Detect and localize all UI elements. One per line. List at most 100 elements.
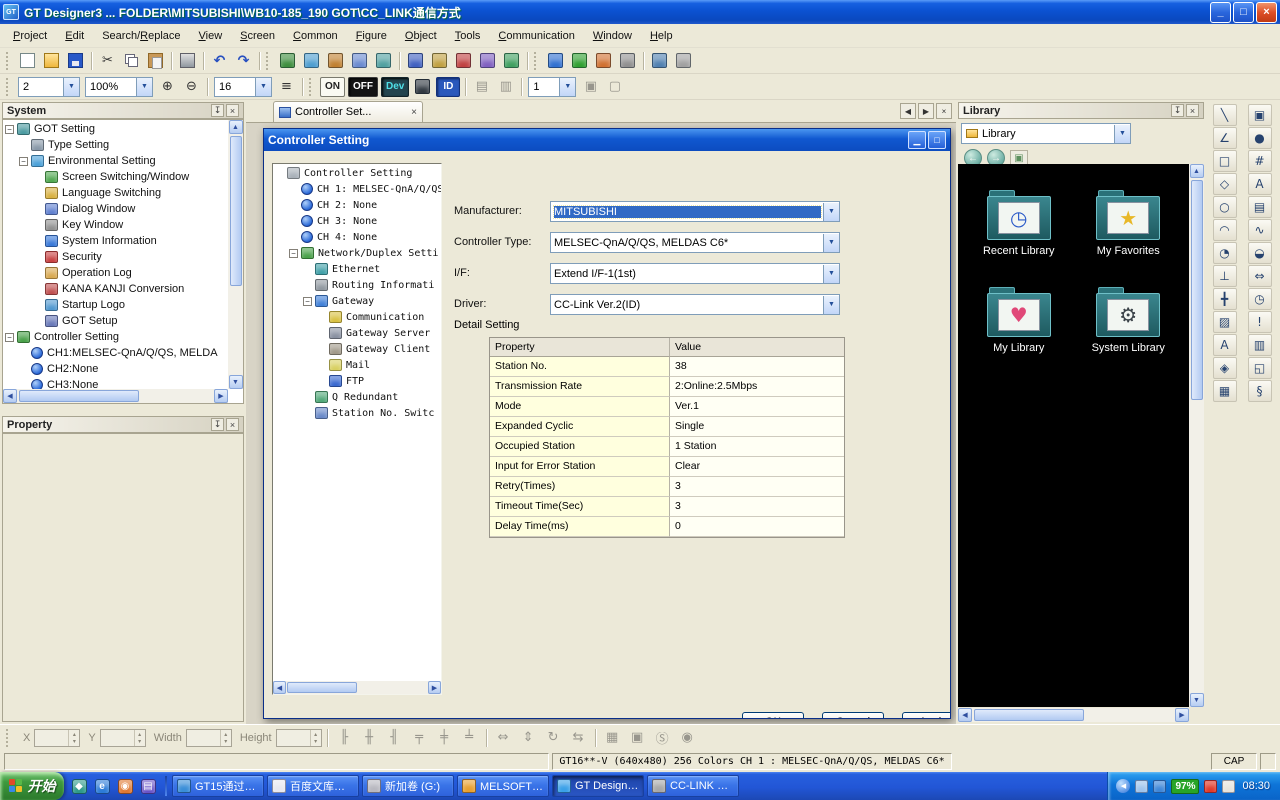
dialog-tree-item-ch-4-none[interactable]: CH 4: None	[273, 229, 441, 245]
scroll-thumb[interactable]	[19, 390, 139, 402]
numerical-display-button[interactable]: #	[1248, 150, 1272, 172]
toolbar-grip[interactable]	[6, 78, 11, 96]
value-cell-occupied-station[interactable]: 1 Station	[670, 437, 844, 457]
snap-setting-button[interactable]: ▣	[626, 727, 649, 749]
close-button[interactable]: ×	[1256, 2, 1277, 23]
scroll-right-icon[interactable]: ▶	[214, 389, 228, 403]
grid-setting-button[interactable]: ▦	[601, 727, 624, 749]
switch-button[interactable]: ▣	[1248, 104, 1272, 126]
menu-help[interactable]: Help	[641, 26, 682, 46]
simulator-button[interactable]	[544, 50, 567, 72]
quicklaunch-media-button[interactable]: ◉	[115, 776, 135, 796]
if-select[interactable]: Extend I/F-1(1st) ▼	[550, 263, 840, 284]
dialog-maximize-button[interactable]: □	[928, 131, 946, 149]
list-view-button[interactable]: ≡	[275, 76, 298, 98]
comment-list-button[interactable]	[428, 50, 451, 72]
text-button[interactable]: A	[1213, 334, 1237, 356]
ok-button[interactable]: OK	[742, 712, 804, 719]
system-tree-item-key-window[interactable]: Key Window	[3, 217, 228, 233]
recipe-button[interactable]: ▥	[1248, 334, 1272, 356]
id-display-toggle[interactable]: ID	[436, 77, 460, 97]
value-cell-timeout-time-sec[interactable]: 3	[670, 497, 844, 517]
meter-button[interactable]: ◒	[1248, 242, 1272, 264]
verify-button[interactable]	[616, 50, 639, 72]
collapse-box[interactable]: −	[5, 125, 14, 134]
new-window-screen-button[interactable]	[300, 50, 323, 72]
value-cell-expanded-cyclic[interactable]: Single	[670, 417, 844, 437]
library-item-my-favorites[interactable]: ★My Favorites	[1078, 190, 1178, 257]
new-base-screen-button[interactable]	[276, 50, 299, 72]
collapse-box[interactable]: −	[5, 333, 14, 342]
polyline-button[interactable]: ∠	[1213, 127, 1237, 149]
undo-button[interactable]: ↶	[208, 50, 231, 72]
scroll-thumb[interactable]	[230, 136, 242, 286]
transparent-color-button[interactable]: ◉	[676, 727, 699, 749]
spinner[interactable]: ▴▾	[310, 730, 321, 746]
quicklaunch-internet-explorer-button[interactable]: e	[92, 776, 112, 796]
chevron-down-icon[interactable]: ▼	[255, 78, 271, 96]
chevron-down-icon[interactable]: ▼	[823, 296, 839, 314]
library-item-my-library[interactable]: ♥My Library	[969, 287, 1069, 354]
toolbar-grip[interactable]	[309, 78, 314, 96]
lamp-button[interactable]: ●	[1248, 127, 1272, 149]
ascii-display-button[interactable]: A	[1248, 173, 1272, 195]
scroll-left-icon[interactable]: ◀	[3, 389, 17, 403]
zoom-in-button[interactable]: ⊕	[156, 76, 179, 98]
write-to-got-button[interactable]	[568, 50, 591, 72]
scroll-thumb[interactable]	[287, 682, 357, 693]
system-tree-item-ch1-melsec-qna-q-qs-melda[interactable]: CH1:MELSEC-QnA/Q/QS, MELDA	[3, 345, 228, 361]
state-off-toggle[interactable]: OFF	[348, 77, 378, 97]
quicklaunch-designer-button[interactable]: ◆	[69, 776, 89, 796]
height-input[interactable]: ▴▾	[276, 729, 322, 747]
apply-button[interactable]: Apply	[902, 712, 951, 719]
toolbar-grip[interactable]	[6, 729, 11, 747]
value-cell-input-for-error-station[interactable]: Clear	[670, 457, 844, 477]
device-comment-button[interactable]	[411, 76, 434, 98]
system-tree-item-startup-logo[interactable]: Startup Logo	[3, 297, 228, 313]
graph-button[interactable]: ∿	[1248, 219, 1272, 241]
value-cell-delay-time-ms[interactable]: 0	[670, 517, 844, 537]
library-panel-titlebar[interactable]: Library ↧ ×	[958, 102, 1204, 119]
new-report-screen-button[interactable]	[324, 50, 347, 72]
redo-button[interactable]: ↷	[232, 50, 255, 72]
scroll-up-icon[interactable]: ▲	[1190, 164, 1204, 178]
manufacturer-select[interactable]: MITSUBISHI ▼	[550, 201, 840, 222]
tab-controller-setting[interactable]: Controller Set... ×	[273, 101, 423, 122]
width-input[interactable]: ▴▾	[186, 729, 232, 747]
dialog-tree-item-mail[interactable]: Mail	[273, 357, 441, 373]
taskbar-task-melsoft[interactable]: MELSOFT系列...	[457, 775, 549, 797]
system-tree-item-environmental-setting[interactable]: −Environmental Setting	[3, 153, 228, 169]
menu-communication[interactable]: Communication	[489, 26, 583, 46]
chevron-down-icon[interactable]: ▼	[559, 78, 575, 96]
library-select[interactable]: Library ▼	[961, 123, 1131, 144]
screen-image-list-button[interactable]	[372, 50, 395, 72]
align-top-button[interactable]: ╤	[408, 727, 431, 749]
dialog-tree-item-controller-setting[interactable]: Controller Setting	[273, 165, 441, 181]
system-tree-item-system-information[interactable]: System Information	[3, 233, 228, 249]
menu-view[interactable]: View	[190, 26, 232, 46]
menu-screen[interactable]: Screen	[231, 26, 284, 46]
system-tree-item-got-setting[interactable]: −GOT Setting	[3, 121, 228, 137]
library-item-recent-library[interactable]: ◷Recent Library	[969, 190, 1069, 257]
sector-button[interactable]: ◔	[1213, 242, 1237, 264]
clock-object-button[interactable]: ◷	[1248, 288, 1272, 310]
open-project-button[interactable]	[40, 50, 63, 72]
combo-edit-screen[interactable]: 2▼	[18, 77, 80, 97]
align-bottom-button[interactable]: ╧	[458, 727, 481, 749]
front-layer-button[interactable]: ▣	[579, 76, 602, 98]
pin-button[interactable]: ↧	[211, 418, 224, 431]
spinner[interactable]: ▴▾	[134, 730, 145, 746]
status-resize-grip[interactable]	[1260, 753, 1276, 770]
toolbar-grip[interactable]	[266, 52, 271, 70]
import-image-button[interactable]: ▦	[1213, 380, 1237, 402]
save-project-button[interactable]	[64, 50, 87, 72]
spinner[interactable]: ▴▾	[68, 730, 79, 746]
dialog-tree-item-gateway-server[interactable]: Gateway Server	[273, 325, 441, 341]
script-button[interactable]: §	[1248, 380, 1272, 402]
dialog-tree-item-routing-informati[interactable]: Routing Informati	[273, 277, 441, 293]
system-tree-item-operation-log[interactable]: Operation Log	[3, 265, 228, 281]
data-check-button[interactable]	[648, 50, 671, 72]
slider-button[interactable]: ⇔	[1248, 265, 1272, 287]
chevron-down-icon[interactable]: ▼	[136, 78, 152, 96]
system-tree-item-screen-switching-window[interactable]: Screen Switching/Window	[3, 169, 228, 185]
